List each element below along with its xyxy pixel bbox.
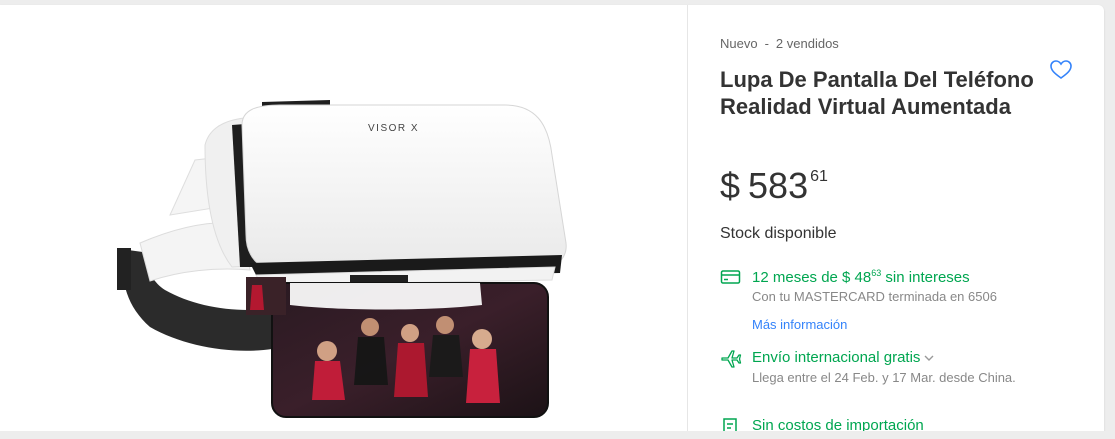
price-cents: 61 [810,168,828,185]
installments-text: 12 meses de $ 4863 sin intereses [752,268,970,286]
shipping-label[interactable]: Envío internacional gratis [752,349,934,366]
separator: - [764,36,769,51]
chevron-down-icon [924,355,934,362]
product-title: Lupa De Pantalla Del Teléfono Realidad V… [720,67,1034,119]
condition-label: Nuevo [720,36,758,51]
plane-icon [721,350,742,368]
credit-card-icon [720,270,741,284]
shipping-label-text: Envío internacional gratis [752,349,921,366]
brand-label: VISOR X [368,123,419,134]
horizontal-scrollbar[interactable] [0,431,1115,439]
sold-count: 2 vendidos [775,36,839,51]
divider [687,5,688,439]
product-card: VISOR X Nuevo - 2 vendidos Lupa De Panta… [0,5,1104,439]
stock-status: Stock disponible [720,225,837,242]
more-info-link[interactable]: Más información [752,317,847,332]
product-info: Nuevo -2 vendidos Lupa De Pantalla Del Te… [720,5,1080,439]
price: $583 61 [720,165,828,207]
vr-headset-image: VISOR X [117,100,567,418]
condition-line: Nuevo -2 vendidos [720,36,839,51]
favorite-button[interactable] [1048,57,1074,83]
shipping-eta: Llega entre el 24 Feb. y 17 Mar. desde C… [752,370,1016,385]
card-note: Con tu MASTERCARD terminada en 6506 [752,289,997,304]
installments-prefix: 12 meses de $ 48 [752,269,872,286]
product-image[interactable]: VISOR X [0,5,687,439]
heart-icon [1050,60,1072,79]
installments-cents: 63 [871,268,882,278]
price-integer: 583 [748,165,809,206]
installments-suffix: sin intereses [881,269,970,286]
price-currency: $ [720,165,741,206]
